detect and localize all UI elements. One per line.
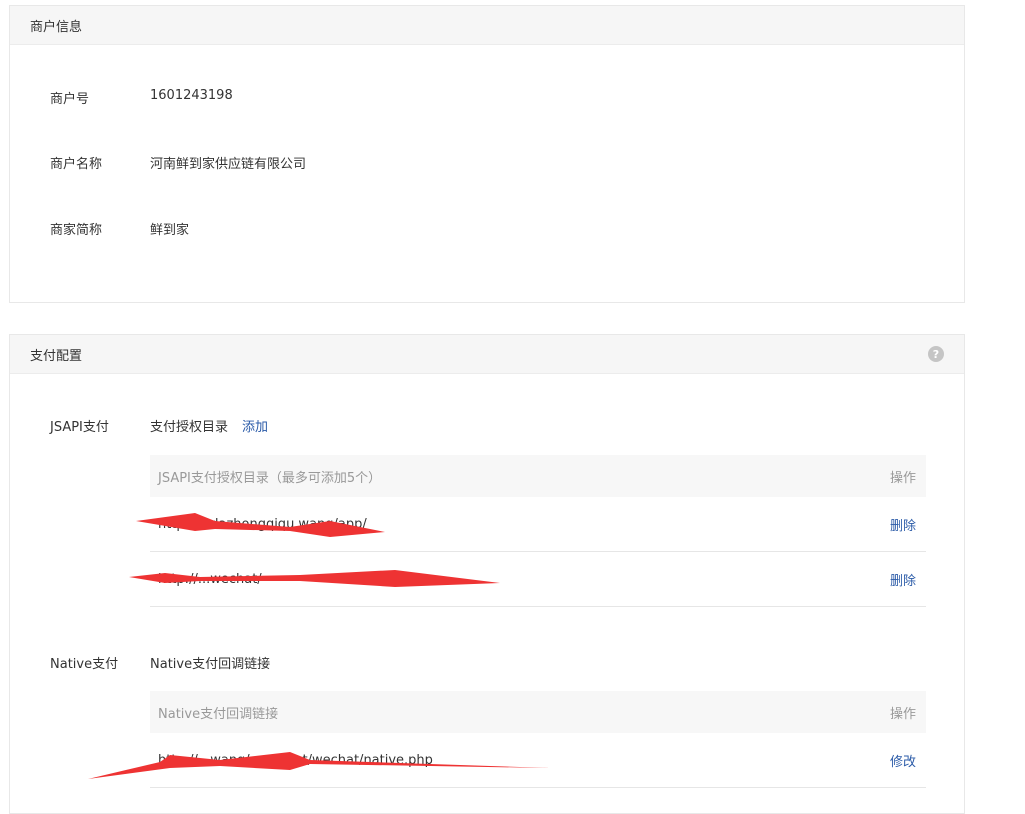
merchant-id-row: 商户号 1601243198: [50, 88, 233, 107]
jsapi-table: JSAPI支付授权目录（最多可添加5个） 操作 http://...dazhon…: [150, 455, 926, 607]
jsapi-table-header: JSAPI支付授权目录（最多可添加5个） 操作: [150, 455, 926, 497]
native-table-header: Native支付回调链接 操作: [150, 691, 926, 733]
jsapi-action-header: 操作: [889, 470, 916, 486]
merchant-id-value: 1601243198: [150, 88, 233, 103]
jsapi-url-2: http://...wechat/: [158, 571, 262, 587]
native-url-1: http://...wang/payment/wechat/native.php: [158, 752, 433, 768]
merchant-short-name-value: 鲜到家: [150, 223, 190, 238]
native-table: Native支付回调链接 操作 http://...wang/payment/w…: [150, 691, 926, 788]
help-icon[interactable]: ?: [928, 346, 944, 362]
merchant-id-label: 商户号: [50, 92, 90, 107]
jsapi-add-link[interactable]: 添加: [242, 416, 268, 435]
native-title: Native支付回调链接: [150, 657, 271, 672]
merchant-name-label: 商户名称: [50, 157, 103, 172]
table-row: http://...dazhongqiqu.wang/app/ 删除: [150, 497, 926, 552]
merchant-short-name-label: 商家简称: [50, 223, 103, 238]
native-edit-button[interactable]: 修改: [890, 751, 916, 770]
jsapi-column-header: JSAPI支付授权目录（最多可添加5个）: [158, 470, 382, 486]
merchant-info-title: 商户信息: [30, 19, 83, 35]
merchant-name-row: 商户名称 河南鲜到家供应链有限公司: [50, 153, 306, 172]
jsapi-title: 支付授权目录: [150, 420, 229, 435]
native-column-header: Native支付回调链接: [158, 706, 279, 722]
jsapi-url-1: http://...dazhongqiqu.wang/app/: [158, 516, 367, 532]
jsapi-title-row: 支付授权目录 添加: [150, 416, 268, 435]
jsapi-delete-button-2[interactable]: 删除: [890, 570, 916, 589]
native-title-row: Native支付回调链接: [150, 653, 270, 672]
jsapi-delete-button-1[interactable]: 删除: [890, 515, 916, 534]
payment-config-header: 支付配置 ?: [10, 335, 964, 374]
native-label: Native支付: [50, 657, 119, 672]
table-row: http://...wang/payment/wechat/native.php…: [150, 733, 926, 788]
payment-config-panel: 支付配置 ? JSAPI支付 支付授权目录 添加 JSAPI支付授权目录（最多可…: [9, 334, 965, 814]
merchant-info-panel: 商户信息 商户号 1601243198 商户名称 河南鲜到家供应链有限公司 商家…: [9, 5, 965, 303]
merchant-short-name-row: 商家简称 鲜到家: [50, 219, 189, 238]
payment-config-title: 支付配置: [30, 348, 83, 364]
native-action-header: 操作: [889, 706, 916, 722]
jsapi-label: JSAPI支付: [50, 420, 109, 435]
table-row: http://...wechat/ 删除: [150, 552, 926, 607]
merchant-name-value: 河南鲜到家供应链有限公司: [150, 157, 307, 172]
merchant-info-header: 商户信息: [10, 6, 964, 45]
